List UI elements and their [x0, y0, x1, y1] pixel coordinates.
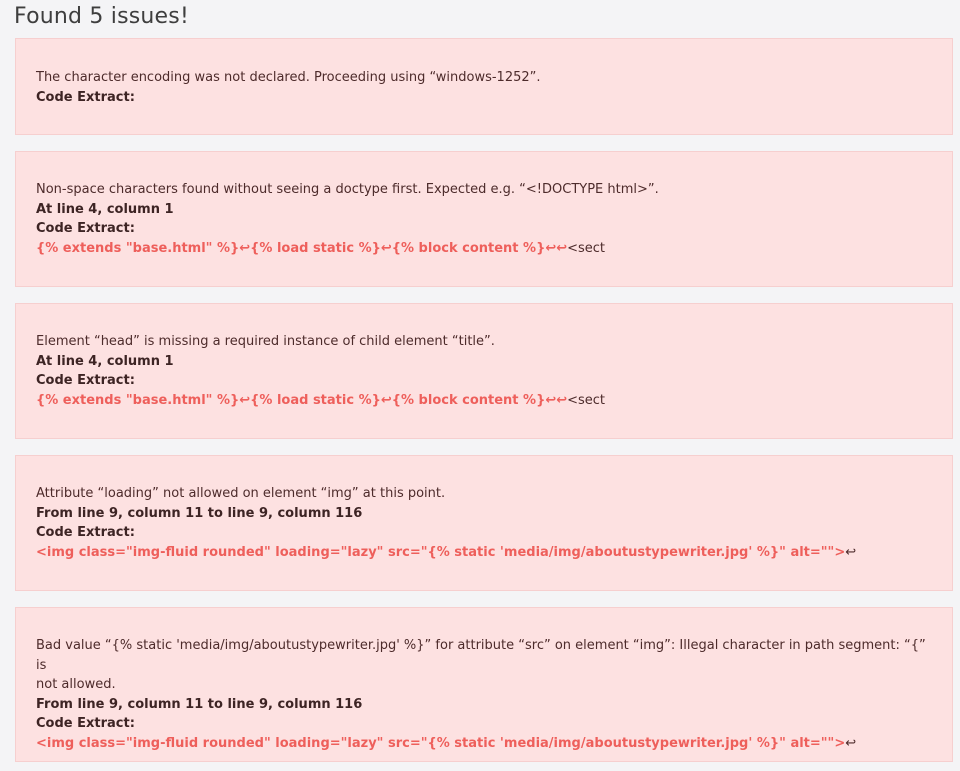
code-extract: <img class="img-fluid rounded" loading="…: [36, 543, 932, 563]
issue-message: Non-space characters found without seein…: [36, 182, 659, 197]
code-extract-tail: ↩: [845, 544, 857, 560]
code-extract-highlight: <img class="img-fluid rounded" loading="…: [36, 544, 846, 560]
code-extract-label: Code Extract:: [36, 373, 135, 388]
code-extract-label: Code Extract:: [36, 525, 135, 540]
code-extract-highlight: <img class="img-fluid rounded" loading="…: [36, 735, 846, 751]
code-extract-tail: ↩: [845, 735, 857, 751]
code-extract-tail: <sect: [567, 240, 606, 256]
issue-message: Element “head” is missing a required ins…: [36, 334, 495, 349]
issue-message-line-2: not allowed.: [36, 677, 116, 692]
page-title: Found 5 issues!: [14, 4, 189, 29]
issue-location: From line 9, column 11 to line 9, column…: [36, 696, 363, 712]
validator-results-page: Found 5 issues! The character encoding w…: [0, 0, 960, 771]
code-extract-label: Code Extract:: [36, 221, 135, 236]
code-extract-label: Code Extract:: [36, 89, 135, 105]
code-extract: <img class="img-fluid rounded" loading="…: [36, 734, 932, 754]
code-extract-highlight: {% extends "base.html" %}↩{% load static…: [36, 392, 568, 408]
issue-card-3: Element “head” is missing a required ins…: [15, 303, 953, 439]
issue-message: Attribute “loading” not allowed on eleme…: [36, 486, 446, 501]
issue-message-line-1: Bad value “{% static 'media/img/aboutust…: [36, 638, 926, 673]
issue-card-2: Non-space characters found without seein…: [15, 151, 953, 287]
issue-message: The character encoding was not declared.…: [36, 70, 541, 85]
issue-location: At line 4, column 1: [36, 201, 174, 217]
issue-card-4: Attribute “loading” not allowed on eleme…: [15, 455, 953, 591]
code-extract: {% extends "base.html" %}↩{% load static…: [36, 391, 932, 411]
code-extract-tail: <sect: [567, 392, 606, 408]
issue-location: From line 9, column 11 to line 9, column…: [36, 505, 363, 521]
code-extract: {% extends "base.html" %}↩{% load static…: [36, 239, 932, 259]
issue-card-5: Bad value “{% static 'media/img/aboutust…: [15, 607, 953, 762]
issue-location: At line 4, column 1: [36, 353, 174, 369]
code-extract-label: Code Extract:: [36, 716, 135, 731]
code-extract-highlight: {% extends "base.html" %}↩{% load static…: [36, 240, 568, 256]
issue-card-1: The character encoding was not declared.…: [15, 38, 953, 135]
